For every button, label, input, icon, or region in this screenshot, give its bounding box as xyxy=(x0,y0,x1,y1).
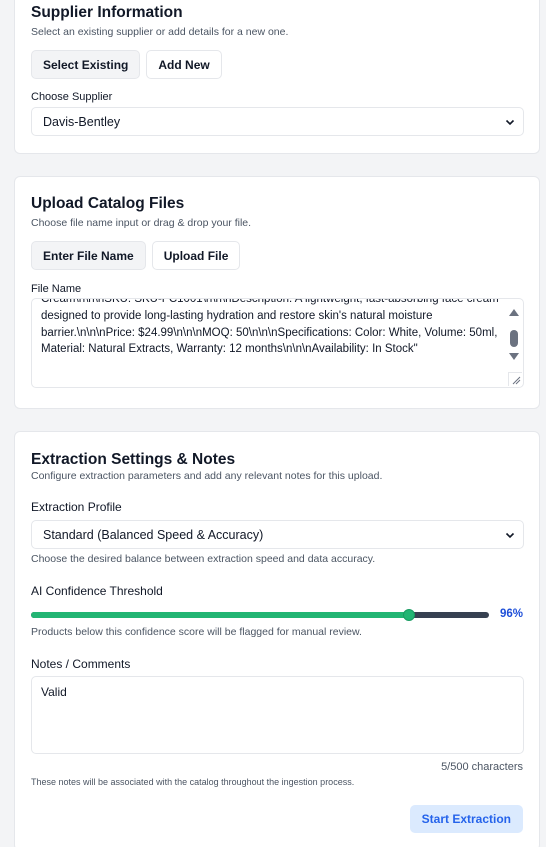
slider-thumb[interactable] xyxy=(403,609,415,621)
notes-textarea[interactable]: Valid xyxy=(31,676,524,754)
confidence-slider[interactable] xyxy=(31,609,489,621)
supplier-subtitle: Select an existing supplier or add detai… xyxy=(31,26,289,38)
supplier-select-value: Davis-Bentley xyxy=(43,114,121,129)
start-extraction-button[interactable]: Start Extraction xyxy=(409,805,523,833)
extraction-subtitle: Configure extraction parameters and add … xyxy=(31,470,383,482)
supplier-mode-toggle: Select Existing Add New xyxy=(31,50,222,79)
supplier-select[interactable]: Davis-Bentley xyxy=(31,107,524,136)
add-new-button[interactable]: Add New xyxy=(146,50,222,79)
extraction-title: Extraction Settings & Notes xyxy=(31,451,236,468)
scroll-up-icon[interactable] xyxy=(509,309,519,316)
catalog-subtitle: Choose file name input or drag & drop yo… xyxy=(31,217,252,229)
catalog-card: Upload Catalog Files Choose file name in… xyxy=(14,176,540,409)
scroll-down-icon[interactable] xyxy=(509,353,519,360)
chevron-down-icon xyxy=(505,530,515,540)
notes-text: Valid xyxy=(41,685,67,699)
upload-file-button[interactable]: Upload File xyxy=(151,241,241,270)
notes-label: Notes / Comments xyxy=(31,657,131,671)
scroll-thumb[interactable] xyxy=(510,330,518,347)
notes-help-text: These notes will be associated with the … xyxy=(31,777,355,787)
extraction-profile-select[interactable]: Standard (Balanced Speed & Accuracy) xyxy=(31,520,524,549)
catalog-mode-toggle: Enter File Name Upload File xyxy=(31,241,241,270)
threshold-help-text: Products below this confidence score wil… xyxy=(31,626,362,638)
catalog-title: Upload Catalog Files xyxy=(31,195,185,212)
chevron-down-icon xyxy=(505,117,515,127)
threshold-value: 96% xyxy=(500,608,524,620)
character-counter: 5/500 characters xyxy=(441,761,523,773)
slider-fill xyxy=(31,612,409,618)
select-existing-button[interactable]: Select Existing xyxy=(31,50,141,79)
file-name-text: Cream\n\n\nSKU: SKU-FC1001\n\n\nDescript… xyxy=(41,298,502,356)
supplier-title: Supplier Information xyxy=(31,4,183,21)
file-name-textarea[interactable]: Cream\n\n\nSKU: SKU-FC1001\n\n\nDescript… xyxy=(31,298,524,388)
profile-help-text: Choose the desired balance between extra… xyxy=(31,553,376,565)
file-name-label: File Name xyxy=(31,283,82,295)
enter-file-name-button[interactable]: Enter File Name xyxy=(31,241,146,270)
extraction-card: Extraction Settings & Notes Configure ex… xyxy=(14,431,540,847)
choose-supplier-label: Choose Supplier xyxy=(31,91,113,103)
extraction-profile-label: Extraction Profile xyxy=(31,500,122,514)
extraction-profile-value: Standard (Balanced Speed & Accuracy) xyxy=(43,527,264,542)
textarea-scrollbar[interactable] xyxy=(507,301,521,371)
supplier-card: Supplier Information Select an existing … xyxy=(14,0,540,154)
resize-handle-icon[interactable] xyxy=(508,372,522,386)
threshold-label: AI Confidence Threshold xyxy=(31,584,163,598)
